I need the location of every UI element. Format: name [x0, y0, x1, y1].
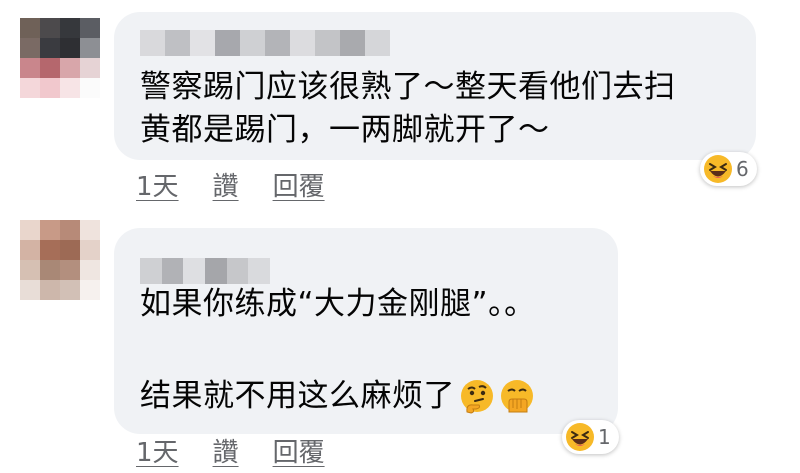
avatar-pixel	[60, 38, 80, 58]
avatar-pixel	[40, 260, 60, 280]
avatar-pixel	[60, 220, 80, 240]
avatar-pixel	[60, 260, 80, 280]
avatar-pixel	[20, 260, 40, 280]
avatar-pixel	[40, 18, 60, 38]
avatar-pixel	[80, 78, 100, 98]
comment-bubble: 警察踢门应该很熟了～整天看他们去扫 黄都是踢门，一两脚就开了～	[114, 12, 756, 160]
reaction-badge[interactable]: 6	[700, 152, 757, 186]
avatar-pixel	[80, 220, 100, 240]
avatar-pixel	[40, 240, 60, 260]
like-button[interactable]: 讚	[213, 432, 239, 469]
avatar-pixel	[60, 18, 80, 38]
avatar-pixel	[20, 18, 40, 38]
like-button[interactable]: 讚	[213, 166, 239, 203]
avatar-pixel	[80, 18, 100, 38]
avatar-pixel	[40, 280, 60, 300]
comment-actions: 1天 讚 回覆	[136, 432, 359, 469]
avatar-pixel	[60, 58, 80, 78]
avatar-pixel	[20, 220, 40, 240]
laughing-emoji-icon	[566, 423, 594, 451]
avatar-pixel	[40, 38, 60, 58]
comment-2: 如果你练成“大力金刚腿”。。 结果就不用这么麻烦了 1 1天 讚 回覆	[0, 210, 800, 473]
avatar-pixel	[20, 38, 40, 58]
comment-bubble: 如果你练成“大力金刚腿”。。 结果就不用这么麻烦了	[114, 228, 618, 434]
reply-button[interactable]: 回覆	[273, 432, 325, 469]
reaction-count: 6	[736, 157, 749, 181]
timestamp-link[interactable]: 1天	[136, 166, 179, 203]
comment-text-line: 黄都是踢门，一两脚就开了～	[140, 112, 550, 148]
comment-1: 警察踢门应该很熟了～整天看他们去扫 黄都是踢门，一两脚就开了～ 6 1天 讚 回…	[0, 0, 800, 203]
avatar-pixel	[80, 260, 100, 280]
avatar-pixel	[20, 240, 40, 260]
comment-text-line: 警察踢门应该很熟了～整天看他们去扫	[140, 69, 676, 105]
thinking-emoji-icon	[461, 380, 493, 414]
comment-text-line: 结果就不用这么麻烦了	[140, 376, 535, 416]
comment-actions: 1天 讚 回覆	[136, 166, 359, 203]
hand-over-mouth-emoji-icon	[501, 380, 533, 413]
avatar-pixel	[80, 240, 100, 260]
comment-text: 结果就不用这么麻烦了	[140, 378, 455, 414]
avatar-pixel	[20, 280, 40, 300]
avatar-pixel	[80, 280, 100, 300]
reaction-badge[interactable]: 1	[562, 420, 619, 454]
timestamp-link[interactable]: 1天	[136, 432, 179, 469]
avatar-pixel	[20, 58, 40, 78]
commenter-name-blurred[interactable]	[140, 30, 390, 56]
avatar-pixel	[40, 78, 60, 98]
avatar[interactable]	[20, 18, 100, 98]
comment-text-line: 如果你练成“大力金刚腿”。。	[140, 286, 536, 322]
avatar-pixel	[40, 58, 60, 78]
commenter-name-blurred[interactable]	[140, 258, 271, 284]
avatar-pixel	[60, 240, 80, 260]
avatar-pixel	[60, 78, 80, 98]
reaction-count: 1	[598, 425, 611, 449]
laughing-emoji-icon	[704, 155, 732, 183]
avatar[interactable]	[20, 220, 100, 300]
avatar-pixel	[40, 220, 60, 240]
avatar-pixel	[20, 78, 40, 98]
avatar-pixel	[80, 38, 100, 58]
avatar-pixel	[60, 280, 80, 300]
avatar-pixel	[80, 58, 100, 78]
reply-button[interactable]: 回覆	[273, 166, 325, 203]
